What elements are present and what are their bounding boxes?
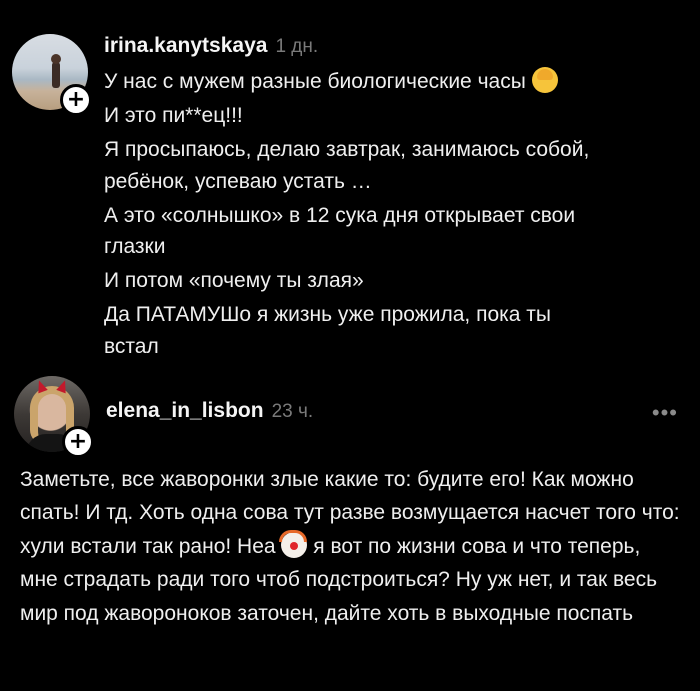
- avatar-figure: [51, 54, 61, 88]
- comment-line: Я просыпаюсь, делаю завтрак, занимаюсь с…: [104, 138, 590, 161]
- comment-line: И потом «почему ты злая»: [104, 269, 364, 292]
- follow-plus-icon[interactable]: +: [62, 426, 94, 458]
- timestamp: 23 ч.: [271, 401, 314, 422]
- avatar-wrap[interactable]: +: [14, 376, 94, 458]
- clown-face-emoji-icon: [279, 529, 308, 558]
- comment-header: elena_in_lisbon 23 ч.: [106, 399, 313, 423]
- comment-line: встал: [104, 334, 159, 358]
- comment-line: глазки: [104, 235, 166, 258]
- comment-text: Заметьте, все жаворонки злые какие то: б…: [20, 463, 680, 630]
- more-options-icon[interactable]: •••: [652, 400, 678, 426]
- comment-line: А это «солнышко» в 12 сука дня открывает…: [104, 203, 576, 227]
- comment-line: И это пи**ец!!!: [104, 104, 243, 127]
- comment-line: У нас с мужем разные биологические часы: [104, 66, 684, 98]
- comment-2: + elena_in_lisbon 23 ч. ••• Заметьте, вс…: [0, 370, 700, 691]
- comment-header: irina.kanytskaya 1 дн.: [104, 34, 318, 58]
- comment-1: + irina.kanytskaya 1 дн. У нас с мужем р…: [0, 0, 700, 370]
- timestamp: 1 дн.: [275, 36, 319, 57]
- comment-line: Да ПАТАМУШо я жизнь уже прожила, пока ты: [104, 303, 552, 326]
- follow-plus-icon[interactable]: +: [60, 84, 92, 116]
- username[interactable]: elena_in_lisbon: [106, 399, 264, 423]
- comment-line: ребёнок, успеваю устать …: [104, 169, 372, 193]
- username[interactable]: irina.kanytskaya: [104, 34, 267, 58]
- avatar-wrap[interactable]: +: [12, 34, 92, 116]
- woman-facepalming-emoji-icon: [531, 67, 558, 93]
- comment-text: У нас с мужем разные биологические часы …: [104, 66, 684, 365]
